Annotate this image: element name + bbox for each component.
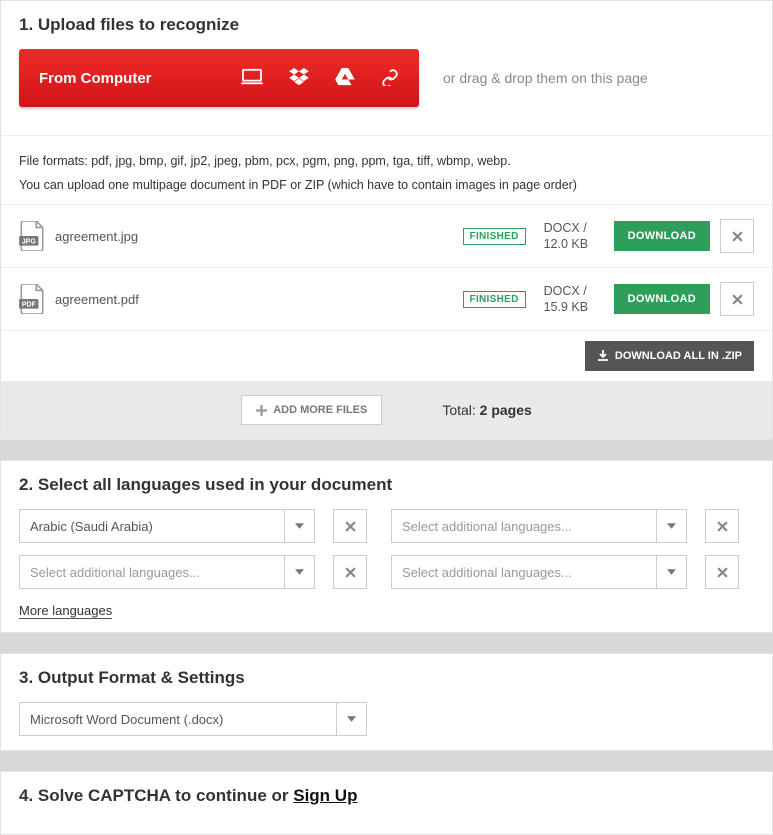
file-name: agreement.jpg [55, 229, 463, 244]
file-info: DOCX /15.9 KB [544, 283, 600, 316]
status-badge: FINISHED [463, 228, 526, 245]
language-select-1[interactable]: Arabic (Saudi Arabia) [19, 509, 315, 543]
link-icon[interactable] [381, 68, 399, 89]
pdf-file-icon: PDF [19, 284, 45, 314]
language-select-4[interactable]: Select additional languages... [391, 555, 687, 589]
remove-file-button[interactable] [720, 219, 754, 253]
remove-file-button[interactable] [720, 282, 754, 316]
remove-language-button[interactable] [333, 555, 367, 589]
total-pages: Total: 2 pages [442, 402, 532, 418]
language-select-placeholder: Select additional languages... [402, 519, 572, 534]
section-captcha-title: 4. Solve CAPTCHA to continue or Sign Up [19, 786, 754, 806]
chevron-down-icon [656, 556, 686, 588]
section-output-title: 3. Output Format & Settings [19, 668, 754, 688]
multipage-note: You can upload one multipage document in… [19, 176, 754, 194]
language-select-2[interactable]: Select additional languages... [391, 509, 687, 543]
from-computer-label: From Computer [39, 70, 241, 87]
plus-icon [256, 405, 267, 416]
section-languages: 2. Select all languages used in your doc… [0, 460, 773, 633]
chevron-down-icon [284, 510, 314, 542]
output-format-value: Microsoft Word Document (.docx) [30, 712, 223, 727]
output-format-select[interactable]: Microsoft Word Document (.docx) [19, 702, 367, 736]
google-drive-icon[interactable] [335, 68, 355, 89]
sign-up-link[interactable]: Sign Up [293, 786, 357, 805]
section-upload: 1. Upload files to recognize From Comput… [0, 0, 773, 440]
remove-language-button[interactable] [333, 509, 367, 543]
file-formats-line: File formats: pdf, jpg, bmp, gif, jp2, j… [19, 152, 754, 170]
file-row: JPG agreement.jpg FINISHED DOCX /12.0 KB… [1, 204, 772, 267]
download-button[interactable]: DOWNLOAD [614, 221, 710, 251]
remove-language-button[interactable] [705, 509, 739, 543]
svg-text:PDF: PDF [22, 302, 36, 309]
section-upload-title: 1. Upload files to recognize [19, 15, 754, 35]
download-icon [597, 350, 609, 362]
chevron-down-icon [656, 510, 686, 542]
file-name: agreement.pdf [55, 292, 463, 307]
section-languages-title: 2. Select all languages used in your doc… [19, 475, 754, 495]
computer-icon[interactable] [241, 68, 263, 89]
drag-drop-hint: or drag & drop them on this page [443, 70, 648, 86]
download-button[interactable]: DOWNLOAD [614, 284, 710, 314]
section-captcha: 4. Solve CAPTCHA to continue or Sign Up [0, 771, 773, 835]
remove-language-button[interactable] [705, 555, 739, 589]
chevron-down-icon [284, 556, 314, 588]
dropbox-icon[interactable] [289, 68, 309, 89]
chevron-down-icon [336, 703, 366, 735]
language-select-value: Arabic (Saudi Arabia) [30, 519, 153, 534]
section-output: 3. Output Format & Settings Microsoft Wo… [0, 653, 773, 751]
file-row: PDF agreement.pdf FINISHED DOCX /15.9 KB… [1, 267, 772, 330]
jpg-file-icon: JPG [19, 221, 45, 251]
more-languages-link[interactable]: More languages [19, 603, 112, 619]
status-badge: FINISHED [463, 291, 526, 308]
language-select-placeholder: Select additional languages... [30, 565, 200, 580]
from-computer-button[interactable]: From Computer [19, 49, 419, 107]
add-more-files-button[interactable]: ADD MORE FILES [241, 395, 382, 425]
file-info: DOCX /12.0 KB [544, 220, 600, 253]
language-select-3[interactable]: Select additional languages... [19, 555, 315, 589]
svg-text:JPG: JPG [22, 239, 36, 246]
download-all-zip-button[interactable]: DOWNLOAD ALL IN .ZIP [585, 341, 754, 371]
language-select-placeholder: Select additional languages... [402, 565, 572, 580]
